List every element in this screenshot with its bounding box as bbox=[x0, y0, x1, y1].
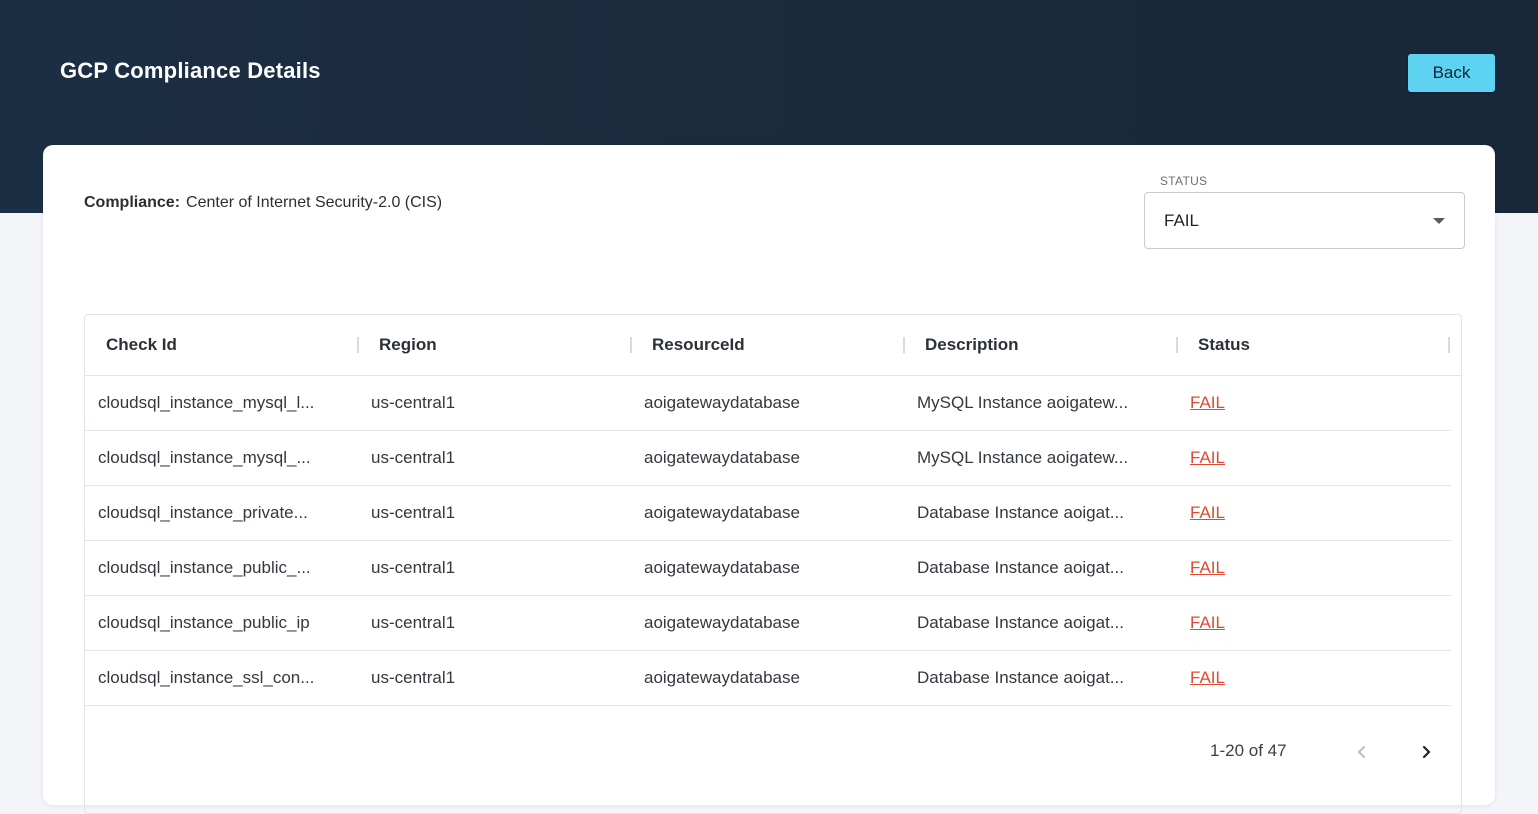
column-resize-handle[interactable] bbox=[1176, 337, 1178, 353]
chevron-right-icon bbox=[1422, 745, 1431, 759]
status-link[interactable]: FAIL bbox=[1190, 668, 1225, 688]
cell-region: us-central1 bbox=[371, 448, 456, 467]
column-resize-handle[interactable] bbox=[357, 337, 359, 353]
compliance-table: Check Id Region ResourceId Description S… bbox=[84, 314, 1462, 814]
column-header-check-id[interactable]: Check Id bbox=[106, 335, 177, 355]
pagination-info: 1-20 of 47 bbox=[1210, 741, 1287, 760]
cell-resource-id: aoigatewaydatabase bbox=[644, 668, 800, 687]
cell-check-id: cloudsql_instance_private... bbox=[98, 503, 308, 522]
cell-check-id: cloudsql_instance_ssl_con... bbox=[98, 668, 315, 687]
cell-region: us-central1 bbox=[371, 393, 456, 412]
cell-check-id: cloudsql_instance_public_... bbox=[98, 558, 311, 577]
status-select-value: FAIL bbox=[1164, 211, 1199, 230]
status-link[interactable]: FAIL bbox=[1190, 448, 1225, 468]
cell-check-id: cloudsql_instance_mysql_l... bbox=[98, 393, 315, 412]
column-resize-handle[interactable] bbox=[630, 337, 632, 353]
cell-resource-id: aoigatewaydatabase bbox=[644, 448, 800, 467]
cell-check-id: cloudsql_instance_mysql_... bbox=[98, 448, 311, 467]
column-resize-handle[interactable] bbox=[1448, 337, 1450, 353]
cell-description: Database Instance aoigat... bbox=[917, 668, 1124, 687]
cell-resource-id: aoigatewaydatabase bbox=[644, 613, 800, 632]
chevron-left-icon bbox=[1358, 746, 1365, 758]
cell-description: Database Instance aoigat... bbox=[917, 503, 1124, 522]
cell-resource-id: aoigatewaydatabase bbox=[644, 558, 800, 577]
status-link[interactable]: FAIL bbox=[1190, 558, 1225, 578]
details-card: Compliance: Center of Internet Security-2… bbox=[43, 145, 1495, 814]
table-row[interactable]: cloudsql_instance_ssl_con... us-central1… bbox=[85, 651, 1451, 706]
next-page-button[interactable] bbox=[1413, 739, 1439, 765]
status-link[interactable]: FAIL bbox=[1190, 613, 1225, 633]
table-row[interactable]: cloudsql_instance_private... us-central1… bbox=[85, 486, 1451, 541]
back-button[interactable]: Back bbox=[1408, 54, 1495, 92]
column-header-region[interactable]: Region bbox=[379, 335, 437, 355]
cell-region: us-central1 bbox=[371, 668, 456, 687]
status-link[interactable]: FAIL bbox=[1190, 503, 1225, 523]
column-header-description[interactable]: Description bbox=[925, 335, 1019, 355]
cell-description: Database Instance aoigat... bbox=[917, 558, 1124, 577]
cell-description: MySQL Instance aoigatew... bbox=[917, 393, 1129, 412]
column-header-resource-id[interactable]: ResourceId bbox=[652, 335, 745, 355]
cell-region: us-central1 bbox=[371, 558, 456, 577]
cell-description: Database Instance aoigat... bbox=[917, 613, 1124, 632]
compliance-label: Compliance: bbox=[84, 194, 181, 211]
status-select[interactable]: STATUS FAIL bbox=[1144, 174, 1465, 249]
page-title: GCP Compliance Details bbox=[60, 58, 321, 83]
cell-resource-id: aoigatewaydatabase bbox=[644, 393, 800, 412]
cell-region: us-central1 bbox=[371, 503, 456, 522]
prev-page-button[interactable] bbox=[1349, 739, 1375, 765]
column-header-status[interactable]: Status bbox=[1198, 335, 1250, 355]
status-link[interactable]: FAIL bbox=[1190, 393, 1225, 413]
table-row[interactable]: cloudsql_instance_mysql_... us-central1 … bbox=[85, 431, 1451, 486]
cell-region: us-central1 bbox=[371, 613, 456, 632]
dropdown-caret-icon[interactable] bbox=[1433, 218, 1445, 224]
cell-description: MySQL Instance aoigatew... bbox=[917, 448, 1129, 467]
compliance-value: Center of Internet Security-2.0 (CIS) bbox=[186, 194, 443, 211]
cell-check-id: cloudsql_instance_public_ip bbox=[98, 613, 310, 632]
status-select-label: STATUS bbox=[1154, 174, 1214, 188]
column-resize-handle[interactable] bbox=[903, 337, 905, 353]
table-row[interactable]: cloudsql_instance_public_ip us-central1 … bbox=[85, 596, 1451, 651]
table-row[interactable]: cloudsql_instance_mysql_l... us-central1… bbox=[85, 376, 1451, 431]
table-header: Check Id Region ResourceId Description S… bbox=[85, 315, 1461, 376]
table-row[interactable]: cloudsql_instance_public_... us-central1… bbox=[85, 541, 1451, 596]
compliance-info: Compliance: Center of Internet Security-2… bbox=[84, 194, 442, 212]
cell-resource-id: aoigatewaydatabase bbox=[644, 503, 800, 522]
